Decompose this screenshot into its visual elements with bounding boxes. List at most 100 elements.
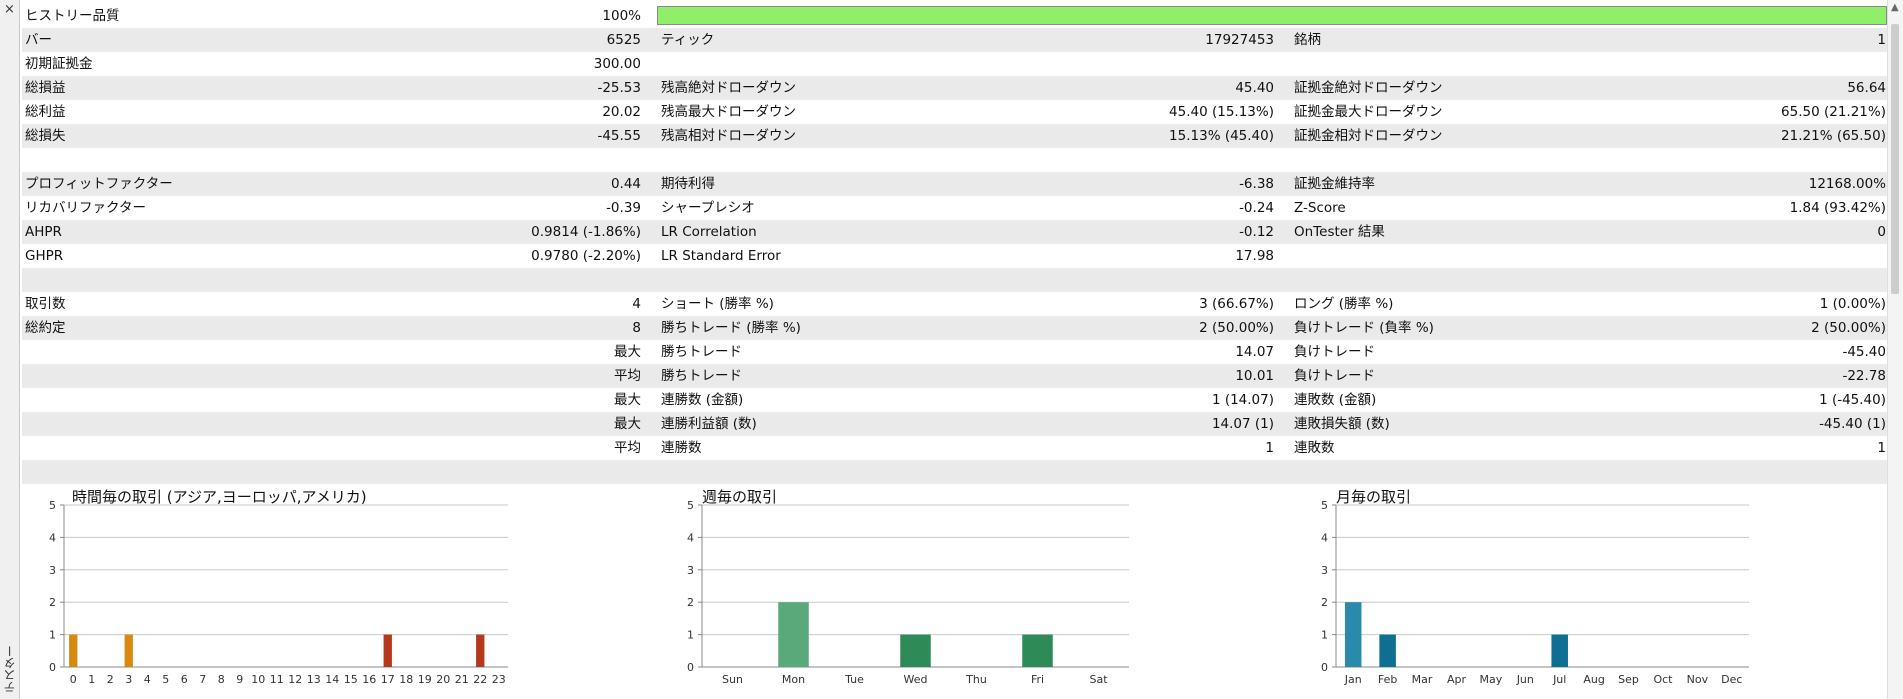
stat-label: 総損失 xyxy=(25,128,66,144)
stats-row: AHPR 0.9814 (-1.86%) LR Correlation -0.12 On… xyxy=(22,220,1887,244)
stats-row: 平均 勝ちトレード 10.01 負けトレード -22.78 xyxy=(22,364,1887,388)
monthly-chart-svg: 0 1 2 3 4 5 Jan Feb Mar Apr May Jun Jul Aug Sep Oct Nov D… xyxy=(1321,499,1749,686)
stat-label: 連敗数 (金額) xyxy=(1294,392,1377,408)
stat-value: 6525 xyxy=(606,32,641,48)
y-tick-label: 0 xyxy=(49,661,56,674)
stat-value: 300.00 xyxy=(593,56,641,72)
y-tick-label: 4 xyxy=(687,531,694,544)
tester-side-panel: × テスター xyxy=(0,0,20,699)
x-tick-label: 11 xyxy=(270,673,284,686)
stat-value: 1 xyxy=(1265,440,1274,456)
hourly-chart-svg: 0123450 1 2 3 4 5 6 7 8 9 10 11 12 13 14 15 16 17 18 19 20 21… xyxy=(49,499,508,686)
stat-label: Z-Score xyxy=(1294,200,1346,216)
x-tick-label: Jan xyxy=(1344,673,1362,686)
x-tick-label: May xyxy=(1480,673,1503,686)
close-icon[interactable]: × xyxy=(4,2,15,17)
chart-bar xyxy=(1379,634,1396,667)
stat-value: 1 (-45.40) xyxy=(1819,392,1886,408)
x-tick-label: 12 xyxy=(288,673,302,686)
stats-row: リカバリファクター -0.39 シャープレシオ -0.24 Z-Score 1.84 (9… xyxy=(22,196,1887,220)
stat-value: -22.78 xyxy=(1842,368,1886,384)
stat-value: 平均 xyxy=(614,368,641,384)
x-tick-label: Mon xyxy=(782,673,805,686)
x-tick-label: Fri xyxy=(1031,673,1044,686)
stat-label: 勝ちトレード (勝率 %) xyxy=(661,320,801,336)
stats-row xyxy=(22,148,1887,172)
scroll-thumb[interactable] xyxy=(1891,24,1899,294)
weekly-trades-chart: 週毎の取引 0 1 2 3 4 5 Sun Mon Tue Wed Thu Fri Sat xyxy=(658,480,1278,699)
chart-bar xyxy=(1022,634,1053,667)
chart-bar xyxy=(778,602,809,667)
stat-label: リカバリファクター xyxy=(25,200,146,216)
chart-bar xyxy=(124,634,133,667)
chart-bar xyxy=(383,634,392,667)
stat-value: 10.01 xyxy=(1235,368,1274,384)
stat-label: 証拠金相対ドローダウン xyxy=(1294,128,1443,144)
stat-value: 2 (50.00%) xyxy=(1811,320,1886,336)
y-tick-label: 5 xyxy=(687,499,694,512)
x-tick-label: Sep xyxy=(1618,673,1639,686)
x-tick-label: Feb xyxy=(1378,673,1397,686)
stat-label: LR Standard Error xyxy=(661,248,781,264)
stat-value: 12168.00% xyxy=(1808,176,1886,192)
x-tick-label: Thu xyxy=(965,673,987,686)
stat-value: 15.13% (45.40) xyxy=(1169,128,1274,144)
report-table: ヒストリー品質 100% バー 6525 ティック 17927453 銘柄 1 初期証拠金 3… xyxy=(22,4,1887,484)
stat-label: AHPR xyxy=(25,224,62,240)
stat-label: 負けトレード (負率 %) xyxy=(1294,320,1434,336)
stat-value: 最大 xyxy=(614,392,641,408)
chart-bar xyxy=(69,634,78,667)
stat-value: 1.84 (93.42%) xyxy=(1789,200,1886,216)
stats-row: 最大 連勝利益額 (数) 14.07 (1) 連敗損失額 (数) -45.40 (1) xyxy=(22,412,1887,436)
x-tick-label: Sat xyxy=(1089,673,1108,686)
stats-row: GHPR 0.9780 (-2.20%) LR Standard Error 17.9… xyxy=(22,244,1887,268)
stat-label: 銘柄 xyxy=(1294,32,1321,48)
x-tick-label: Jul xyxy=(1552,673,1566,686)
stat-label: 証拠金維持率 xyxy=(1294,176,1375,192)
stats-row: 平均 連勝数 1 連敗数 1 xyxy=(22,436,1887,460)
x-tick-label: 4 xyxy=(144,673,151,686)
stat-label: LR Correlation xyxy=(661,224,757,240)
y-tick-label: 3 xyxy=(49,564,56,577)
x-tick-label: Oct xyxy=(1653,673,1673,686)
y-tick-label: 2 xyxy=(687,596,694,609)
x-tick-label: 2 xyxy=(107,673,114,686)
x-tick-label: 15 xyxy=(344,673,358,686)
x-tick-label: Sun xyxy=(722,673,743,686)
scroll-up-icon[interactable]: ▲ xyxy=(1891,2,1899,13)
stat-value: 14.07 xyxy=(1235,344,1274,360)
x-tick-label: Tue xyxy=(844,673,864,686)
history-quality-bar xyxy=(657,6,1887,25)
x-tick-label: 0 xyxy=(70,673,77,686)
stat-label: 連敗数 xyxy=(1294,440,1335,456)
x-tick-label: 8 xyxy=(218,673,225,686)
stat-value: 1 xyxy=(1877,32,1886,48)
stat-label: 総利益 xyxy=(25,104,66,120)
x-tick-label: 23 xyxy=(492,673,506,686)
stat-value: 1 (14.07) xyxy=(1211,392,1274,408)
stat-value: -0.39 xyxy=(606,200,641,216)
chart-bar xyxy=(476,634,485,667)
stats-row: 初期証拠金 300.00 xyxy=(22,52,1887,76)
stats-row: 総損失 -45.55 残高相対ドローダウン 15.13% (45.40) 証拠金相対ドロ… xyxy=(22,124,1887,148)
history-quality-row: ヒストリー品質 100% xyxy=(22,4,1887,28)
x-tick-label: 22 xyxy=(473,673,487,686)
stat-value: 3 (66.67%) xyxy=(1199,296,1274,312)
stat-label: 勝ちトレード xyxy=(661,368,742,384)
stat-value: 1 (0.00%) xyxy=(1819,296,1886,312)
chart-bar xyxy=(900,634,931,667)
stat-value: 0.44 xyxy=(610,176,641,192)
stat-value: 56.64 xyxy=(1847,80,1886,96)
stat-value: 65.50 (21.21%) xyxy=(1781,104,1886,120)
stats-row xyxy=(22,268,1887,292)
stat-label: 残高絶対ドローダウン xyxy=(661,80,796,96)
stats-row: 取引数 4 ショート (勝率 %) 3 (66.67%) ロング (勝率 %) 1 (0.… xyxy=(22,292,1887,316)
stat-label: 残高相対ドローダウン xyxy=(661,128,796,144)
x-tick-label: Nov xyxy=(1687,673,1709,686)
x-tick-label: 19 xyxy=(418,673,432,686)
tester-panel-label[interactable]: テスター xyxy=(1,645,18,693)
stat-label: 連勝数 xyxy=(661,440,702,456)
stat-value: -25.53 xyxy=(597,80,641,96)
x-tick-label: Aug xyxy=(1583,673,1604,686)
stat-label: 残高最大ドローダウン xyxy=(661,104,796,120)
